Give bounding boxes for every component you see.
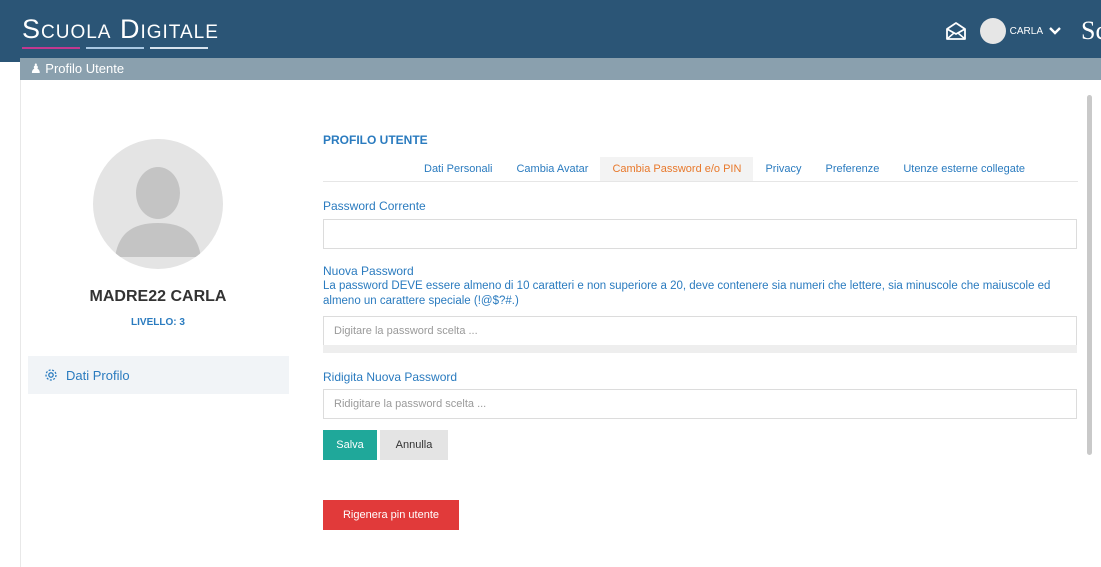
section-title: Profilo Utente xyxy=(45,61,125,76)
tab-preferenze[interactable]: Preferenze xyxy=(814,157,892,181)
cancel-button[interactable]: Annulla xyxy=(380,430,448,460)
brand-underline-light xyxy=(150,47,208,49)
regenerate-pin-button[interactable]: Rigenera pin utente xyxy=(323,500,459,530)
chevron-down-icon xyxy=(1049,23,1061,39)
navbar-cut-text: Sc xyxy=(1081,16,1101,45)
user-name: CARLA xyxy=(1009,25,1043,37)
profile-avatar xyxy=(93,139,223,269)
tab-utenze-esterne[interactable]: Utenze esterne collegate xyxy=(891,157,1037,181)
user-silhouette-icon xyxy=(115,167,201,257)
top-navbar: Scuola Digitale CARLA Sc xyxy=(0,0,1101,62)
sidebar-item-dati-profilo[interactable]: Dati Profilo xyxy=(28,356,289,394)
profile-name: MADRE22 CARLA xyxy=(89,288,227,305)
tab-cambia-avatar[interactable]: Cambia Avatar xyxy=(504,157,600,181)
tabs-divider xyxy=(323,181,1078,182)
repeat-password-field[interactable] xyxy=(323,389,1077,419)
avatar xyxy=(979,18,1006,44)
current-password-label: Password Corrente xyxy=(323,199,426,213)
save-button[interactable]: Salva xyxy=(323,430,377,460)
sidebar-item-label: Dati Profilo xyxy=(66,367,130,383)
password-strength-bar xyxy=(323,345,1077,353)
password-rules-text: La password DEVE essere almeno di 10 car… xyxy=(323,280,1051,307)
brand-logo[interactable]: Scuola Digitale xyxy=(22,14,219,45)
panel-border xyxy=(20,80,21,567)
section-header: ♟ Profilo Utente xyxy=(20,58,1101,80)
user-menu[interactable]: CARLA xyxy=(979,18,1061,44)
profile-level: LIVELLO: 3 xyxy=(131,317,185,328)
new-password-field[interactable] xyxy=(323,316,1077,346)
tab-cambia-password[interactable]: Cambia Password e/o PIN xyxy=(600,157,754,181)
navbar-right: CARLA Sc xyxy=(940,0,1101,62)
profile-tabs: Dati Personali Cambia Avatar Cambia Pass… xyxy=(412,157,1037,181)
brand-underline-pink xyxy=(22,47,80,49)
page-title: PROFILO UTENTE xyxy=(323,133,428,147)
brand-underline-blue xyxy=(86,47,144,49)
new-password-label: Nuova Password xyxy=(323,264,414,278)
scrollbar[interactable] xyxy=(1087,95,1092,455)
gear-icon xyxy=(44,368,58,382)
current-password-field[interactable] xyxy=(323,219,1077,249)
user-icon: ♟ xyxy=(30,61,42,76)
tab-privacy[interactable]: Privacy xyxy=(753,157,813,181)
tab-dati-personali[interactable]: Dati Personali xyxy=(412,157,504,181)
repeat-password-label: Ridigita Nuova Password xyxy=(323,370,458,384)
envelope-open-icon[interactable] xyxy=(940,15,972,47)
